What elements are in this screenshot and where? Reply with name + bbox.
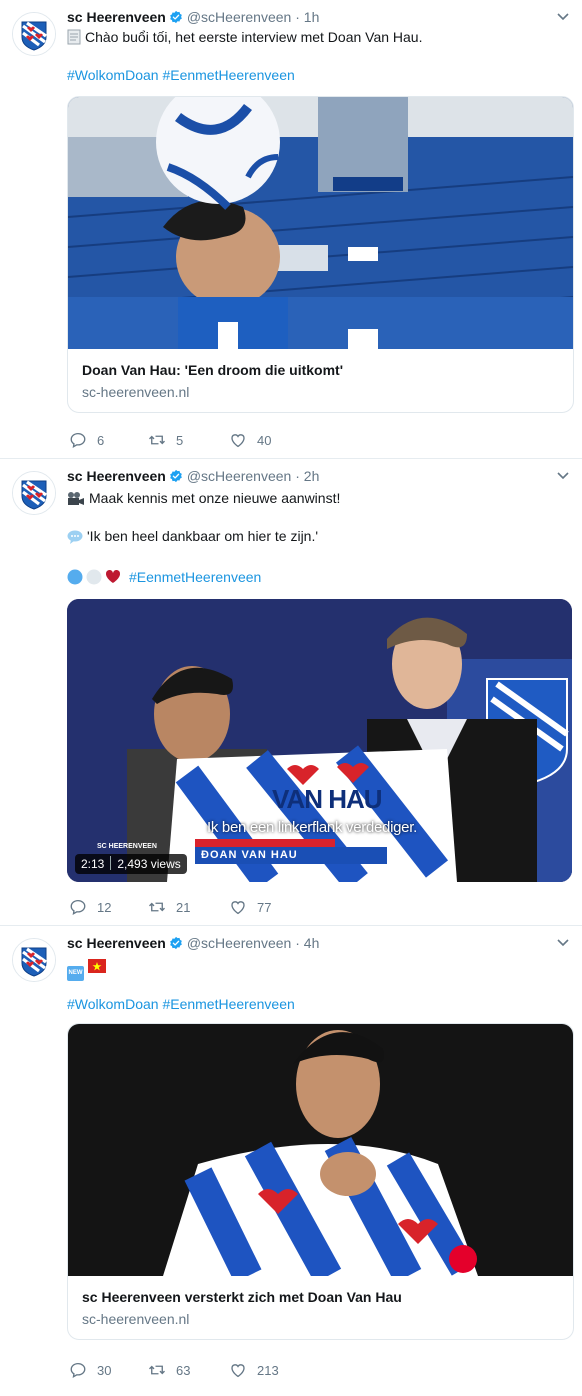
link-card[interactable]: Doan Van Hau: 'Een droom die uitkomt' sc… xyxy=(67,96,574,413)
tweet-time[interactable]: 1h xyxy=(304,9,320,25)
card-domain: sc-heerenveen.nl xyxy=(82,1311,190,1327)
retweet-icon xyxy=(148,898,166,916)
video-subtitle: Ik ben een linkerflank verdediger. xyxy=(207,819,417,836)
tweet-text-line: #EenmetHeerenveen xyxy=(67,567,261,587)
sc-heerenveen-crest-icon xyxy=(13,939,55,981)
heart-icon xyxy=(229,431,247,449)
lower-third-name: ĐOAN VAN HAU xyxy=(195,847,387,864)
separator-dot: · xyxy=(291,468,304,484)
sc-heerenveen-crest-icon xyxy=(13,13,55,55)
player-photo xyxy=(68,1024,573,1276)
video-player[interactable]: VAN HAU ĐOAN VAN HAU Ik ben een linkerfl… xyxy=(67,599,572,882)
stadium-photo xyxy=(68,97,573,349)
like-button[interactable]: 40 xyxy=(229,431,271,451)
retweet-count: 63 xyxy=(176,1363,191,1378)
like-button[interactable]: 213 xyxy=(229,1361,279,1381)
tweet-header: sc Heerenveen @scHeerenveen · 2h xyxy=(67,466,570,486)
tweet-text-content: Chào buổi tối, het eerste interview met … xyxy=(85,29,423,45)
tweet-text-content: Maak kennis met onze nieuwe aanwinst! xyxy=(89,490,341,506)
speech-balloon-icon xyxy=(67,530,83,544)
card-image xyxy=(68,97,573,349)
card-title: Doan Van Hau: 'Een droom die uitkomt' xyxy=(82,362,344,378)
tweet-actions: 12 21 77 xyxy=(67,898,547,918)
retweet-button[interactable]: 5 xyxy=(148,431,183,451)
retweet-button[interactable]: 21 xyxy=(148,898,190,918)
reply-icon xyxy=(69,431,87,449)
movie-camera-icon xyxy=(68,492,84,505)
card-title: sc Heerenveen versterkt zich met Doan Va… xyxy=(82,1289,402,1305)
new-button-icon: NEW xyxy=(67,966,84,981)
reply-button[interactable]: 12 xyxy=(69,898,111,918)
retweet-count: 5 xyxy=(176,433,184,448)
separator-dot: · xyxy=(291,9,304,25)
avatar[interactable] xyxy=(12,938,56,982)
broadcast-tag: SC HEERENVEEN xyxy=(97,843,157,850)
retweet-button[interactable]: 63 xyxy=(148,1361,190,1381)
tweet-text-content: 'Ik ben heel dankbaar om hier te zijn.' xyxy=(87,528,319,544)
like-count: 77 xyxy=(257,900,272,915)
heart-icon xyxy=(229,898,247,916)
video-stats-badge: 2:13 2,493 views xyxy=(75,854,187,874)
verified-badge-icon xyxy=(169,936,183,950)
account-name[interactable]: sc Heerenveen xyxy=(67,935,166,951)
link-card[interactable]: sc Heerenveen versterkt zich met Doan Va… xyxy=(67,1023,574,1340)
reply-icon xyxy=(69,1361,87,1379)
vietnam-flag-icon xyxy=(87,959,106,973)
chevron-down-icon[interactable] xyxy=(556,933,570,953)
hashtags[interactable]: #WolkomDoan #EenmetHeerenveen xyxy=(67,994,295,1014)
tweet-actions: 30 63 213 xyxy=(67,1361,547,1381)
video-duration: 2:13 xyxy=(81,857,105,871)
reply-button[interactable]: 30 xyxy=(69,1361,111,1381)
video-views: 2,493 views xyxy=(117,857,181,871)
account-handle[interactable]: @scHeerenveen xyxy=(187,935,292,951)
sc-heerenveen-crest-icon xyxy=(13,472,55,514)
avatar[interactable] xyxy=(12,471,56,515)
avatar[interactable] xyxy=(12,12,56,56)
tweet-time[interactable]: 2h xyxy=(304,468,320,484)
separator-dot: · xyxy=(291,935,304,951)
reply-count: 12 xyxy=(97,900,112,915)
account-handle[interactable]: @scHeerenveen xyxy=(187,468,292,484)
tweet[interactable]: sc Heerenveen @scHeerenveen · 1h Chào buổ… xyxy=(0,0,582,459)
reply-count: 30 xyxy=(97,1363,112,1378)
tweet[interactable]: sc Heerenveen @scHeerenveen · 2h Maak ken… xyxy=(0,459,582,926)
tweet-text-line: Maak kennis met onze nieuwe aanwinst! xyxy=(67,488,340,508)
card-domain: sc-heerenveen.nl xyxy=(82,384,190,400)
retweet-count: 21 xyxy=(176,900,191,915)
like-button[interactable]: 77 xyxy=(229,898,271,918)
tweet-text: Chào buổi tối, het eerste interview met … xyxy=(67,27,422,47)
card-image xyxy=(68,1024,573,1276)
tweet-actions: 6 5 40 xyxy=(67,431,547,451)
tweet-header: sc Heerenveen @scHeerenveen · 1h xyxy=(67,7,570,27)
tweet-time[interactable]: 4h xyxy=(304,935,320,951)
lower-third-accent xyxy=(195,839,335,847)
hashtags[interactable]: #WolkomDoan #EenmetHeerenveen xyxy=(67,65,295,85)
retweet-icon xyxy=(148,1361,166,1379)
chevron-down-icon[interactable] xyxy=(556,466,570,486)
hashtag[interactable]: #EenmetHeerenveen xyxy=(129,569,261,585)
verified-badge-icon xyxy=(169,469,183,483)
account-name[interactable]: sc Heerenveen xyxy=(67,468,166,484)
like-count: 40 xyxy=(257,433,272,448)
hearts-icon xyxy=(67,569,121,585)
verified-badge-icon xyxy=(169,10,183,24)
reply-button[interactable]: 6 xyxy=(69,431,104,451)
tweet[interactable]: sc Heerenveen @scHeerenveen · 4h NEW #Wol… xyxy=(0,926,582,1396)
heart-icon xyxy=(229,1361,247,1379)
retweet-icon xyxy=(148,431,166,449)
tweet-header: sc Heerenveen @scHeerenveen · 4h xyxy=(67,933,570,953)
like-count: 213 xyxy=(257,1363,279,1378)
account-name[interactable]: sc Heerenveen xyxy=(67,9,166,25)
page-facing-up-icon xyxy=(67,29,81,45)
account-handle[interactable]: @scHeerenveen xyxy=(187,9,292,25)
shirt-text: VAN HAU xyxy=(272,784,383,814)
chevron-down-icon[interactable] xyxy=(556,7,570,27)
tweet-emoji-line: NEW xyxy=(67,956,106,981)
reply-icon xyxy=(69,898,87,916)
tweet-text-line: 'Ik ben heel dankbaar om hier te zijn.' xyxy=(67,526,318,546)
reply-count: 6 xyxy=(97,433,105,448)
